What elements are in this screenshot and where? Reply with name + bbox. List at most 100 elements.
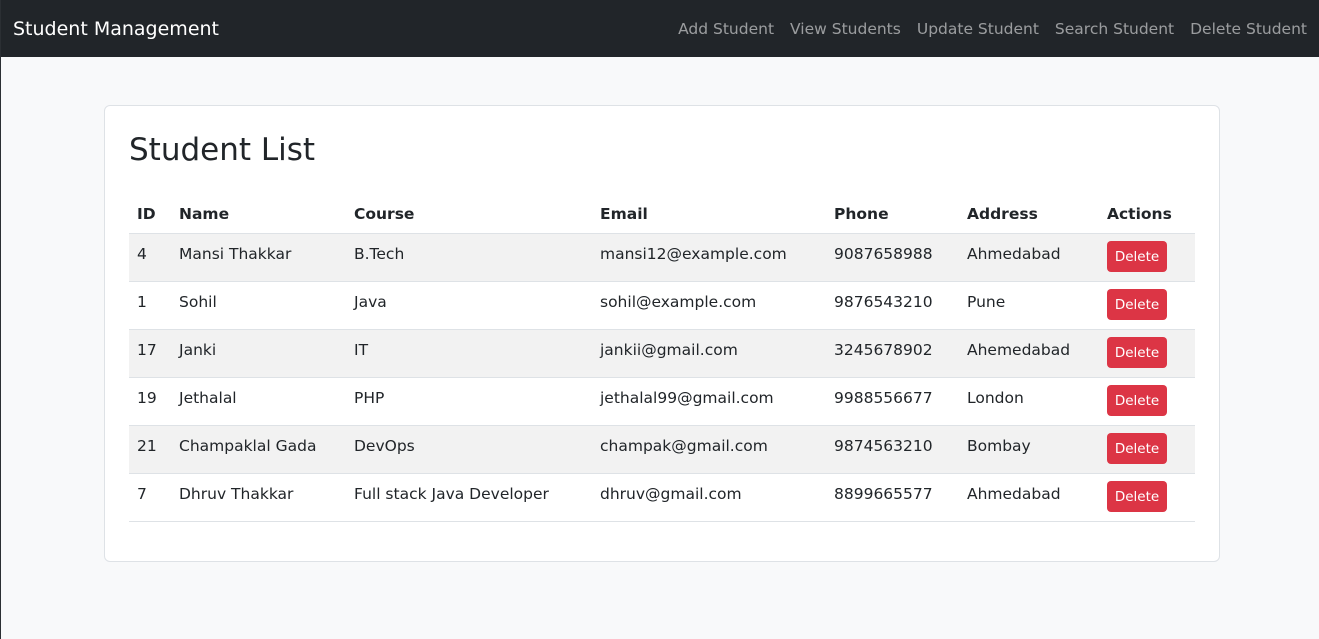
table-row: 17 Janki IT jankii@gmail.com 3245678902 … [129,329,1195,378]
cell-course-text: Java [354,292,387,311]
delete-button[interactable]: Delete [1107,241,1167,272]
cell-name-text: Janki [179,340,217,359]
header-phone: Phone [826,194,959,234]
cell-address-text: Pune [967,292,1006,311]
header-actions: Actions [1099,194,1195,234]
cell-name: Champaklal Gada [171,425,346,474]
table-row: 4 Mansi Thakkar B.Tech mansi12@example.c… [129,233,1195,282]
delete-button[interactable]: Delete [1107,289,1167,320]
delete-button[interactable]: Delete [1107,481,1167,512]
cell-email: champak@gmail.com [592,425,826,474]
cell-phone-text: 9087658988 [834,244,933,263]
header-id: ID [129,194,171,234]
cell-course: Java [346,281,592,330]
cell-address: London [959,377,1099,426]
cell-phone: 3245678902 [826,329,959,378]
nav-update-student[interactable]: Update Student [917,20,1039,38]
cell-email: dhruv@gmail.com [592,473,826,522]
table-row: 21 Champaklal Gada DevOps champak@gmail.… [129,425,1195,474]
cell-phone: 9874563210 [826,425,959,474]
top-navbar: Student Management Add Student View Stud… [1,0,1319,57]
cell-name-text: Jethalal [179,388,237,407]
cell-id: 21 [129,425,171,474]
cell-phone: 8899665577 [826,473,959,522]
cell-email: sohil@example.com [592,281,826,330]
cell-name-text: Champaklal Gada [179,436,317,455]
cell-course: Full stack Java Developer [346,473,592,522]
cell-email: jankii@gmail.com [592,329,826,378]
cell-course-text: PHP [354,388,385,407]
cell-email-text: mansi12@example.com [600,244,787,263]
page-title: Student List [129,132,316,168]
cell-name: Jethalal [171,377,346,426]
cell-phone-text: 3245678902 [834,340,933,359]
cell-address: Ahmedabad [959,473,1099,522]
cell-phone: 9876543210 [826,281,959,330]
header-address: Address [959,194,1099,234]
cell-name: Mansi Thakkar [171,233,346,282]
student-list-card: Student List ID Name Course Email Phone … [104,105,1220,562]
nav-view-students[interactable]: View Students [790,20,901,38]
cell-id: 19 [129,377,171,426]
cell-actions: Delete [1099,233,1195,282]
cell-phone-text: 9874563210 [834,436,933,455]
cell-name-text: Sohil [179,292,217,311]
cell-name-text: Dhruv Thakkar [179,484,294,503]
table-row: 1 Sohil Java sohil@example.com 987654321… [129,281,1195,330]
cell-id-text: 7 [137,484,147,503]
cell-course-text: B.Tech [354,244,405,263]
cell-name: Janki [171,329,346,378]
nav-add-student[interactable]: Add Student [678,20,774,38]
cell-email-text: sohil@example.com [600,292,757,311]
cell-course-text: IT [354,340,369,359]
nav-search-student[interactable]: Search Student [1055,20,1174,38]
brand-link[interactable]: Student Management [13,18,219,40]
cell-email-text: jankii@gmail.com [600,340,738,359]
delete-button[interactable]: Delete [1107,433,1167,464]
cell-id: 4 [129,233,171,282]
cell-id-text: 21 [137,436,157,455]
cell-email: jethalal99@gmail.com [592,377,826,426]
delete-button[interactable]: Delete [1107,385,1167,416]
nav-delete-student[interactable]: Delete Student [1190,20,1307,38]
cell-phone: 9087658988 [826,233,959,282]
cell-phone-text: 9988556677 [834,388,933,407]
cell-actions: Delete [1099,473,1195,522]
cell-name: Sohil [171,281,346,330]
cell-id-text: 4 [137,244,147,263]
cell-email-text: champak@gmail.com [600,436,768,455]
nav-links: Add Student View Students Update Student… [662,20,1307,38]
cell-course: DevOps [346,425,592,474]
header-name: Name [171,194,346,234]
cell-email: mansi12@example.com [592,233,826,282]
cell-id-text: 19 [137,388,157,407]
cell-actions: Delete [1099,377,1195,426]
cell-address-text: Ahemedabad [967,340,1071,359]
table-row: 7 Dhruv Thakkar Full stack Java Develope… [129,473,1195,522]
cell-actions: Delete [1099,281,1195,330]
cell-address: Pune [959,281,1099,330]
cell-actions: Delete [1099,329,1195,378]
cell-course: IT [346,329,592,378]
cell-address: Bombay [959,425,1099,474]
cell-phone-text: 8899665577 [834,484,933,503]
cell-address-text: London [967,388,1024,407]
cell-id: 7 [129,473,171,522]
cell-email-text: dhruv@gmail.com [600,484,742,503]
cell-phone: 9988556677 [826,377,959,426]
cell-course: PHP [346,377,592,426]
students-table: ID Name Course Email Phone Address Actio… [129,194,1195,522]
cell-id-text: 17 [137,340,157,359]
cell-name: Dhruv Thakkar [171,473,346,522]
cell-id-text: 1 [137,292,147,311]
cell-address: Ahemedabad [959,329,1099,378]
delete-button[interactable]: Delete [1107,337,1167,368]
cell-course: B.Tech [346,233,592,282]
cell-address-text: Ahmedabad [967,244,1061,263]
header-course: Course [346,194,592,234]
header-email: Email [592,194,826,234]
cell-name-text: Mansi Thakkar [179,244,292,263]
cell-address-text: Ahmedabad [967,484,1061,503]
cell-address-text: Bombay [967,436,1031,455]
cell-id: 1 [129,281,171,330]
